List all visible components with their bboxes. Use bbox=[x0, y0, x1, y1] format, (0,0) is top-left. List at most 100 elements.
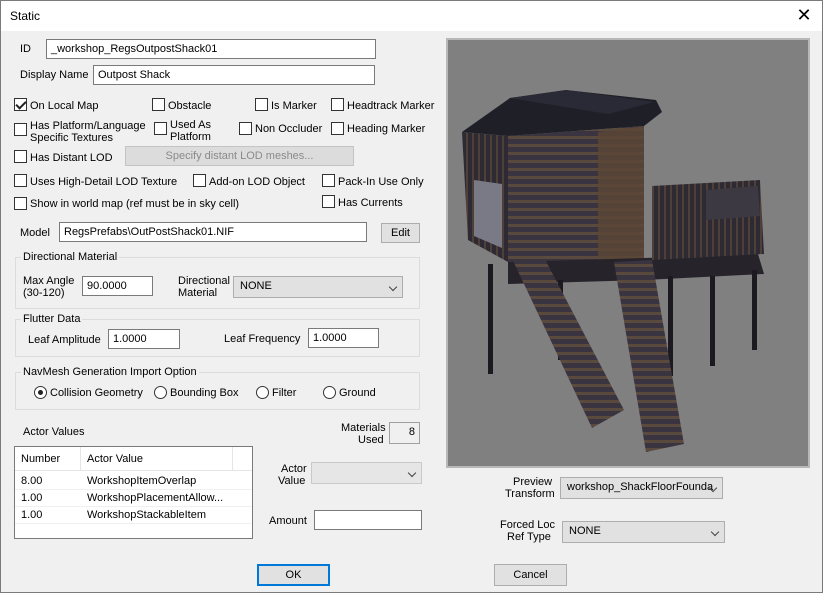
used-as-platform-checkbox[interactable] bbox=[154, 122, 167, 135]
on-local-map-label: On Local Map bbox=[30, 100, 99, 112]
high-detail-lod-checkbox[interactable] bbox=[14, 174, 27, 187]
has-currents-checkbox[interactable] bbox=[322, 195, 335, 208]
preview-transform-value: workshop_ShackFloorFounda bbox=[567, 481, 714, 493]
actor-value-label-2: Value bbox=[278, 475, 306, 487]
row-actor-value: WorkshopStackableItem bbox=[87, 509, 207, 521]
display-name-field[interactable]: Outpost Shack bbox=[93, 65, 375, 85]
is-marker-label: Is Marker bbox=[271, 100, 317, 112]
id-field[interactable]: _workshop_RegsOutpostShack01 bbox=[46, 39, 376, 59]
materials-label-2: Used bbox=[358, 434, 384, 446]
used-as-platform-label-1: Used As bbox=[170, 119, 211, 131]
addon-lod-checkbox[interactable] bbox=[193, 174, 206, 187]
max-angle-field[interactable]: 90.0000 bbox=[82, 276, 153, 296]
cancel-button[interactable]: Cancel bbox=[494, 564, 567, 586]
preview-transform-label-2: Transform bbox=[505, 488, 555, 500]
leaf-amplitude-field[interactable]: 1.0000 bbox=[108, 329, 180, 349]
on-local-map-checkbox[interactable] bbox=[14, 98, 27, 111]
column-number[interactable]: Number bbox=[15, 447, 81, 471]
collision-geometry-label: Collision Geometry bbox=[50, 387, 143, 399]
directional-label-1: Directional bbox=[178, 275, 230, 287]
actor-values-list[interactable]: Number Actor Value 8.00 WorkshopItemOver… bbox=[14, 446, 253, 539]
non-occluder-checkbox[interactable] bbox=[239, 122, 252, 135]
id-label: ID bbox=[20, 43, 31, 55]
row-number: 8.00 bbox=[21, 475, 43, 487]
row-actor-value: WorkshopItemOverlap bbox=[87, 475, 197, 487]
window-title: Static bbox=[10, 9, 41, 23]
materials-used-value: 8 bbox=[389, 422, 420, 444]
platform-textures-checkbox[interactable] bbox=[14, 123, 27, 136]
table-row[interactable]: 8.00 WorkshopItemOverlap bbox=[15, 473, 252, 490]
flutter-data-title: Flutter Data bbox=[21, 313, 83, 325]
forced-loc-dropdown[interactable]: NONE bbox=[562, 521, 725, 543]
is-marker-checkbox[interactable] bbox=[255, 98, 268, 111]
actor-values-label: Actor Values bbox=[23, 426, 85, 438]
specify-lod-button[interactable]: Specify distant LOD meshes... bbox=[125, 146, 354, 166]
actor-value-label-1: Actor bbox=[281, 463, 307, 475]
ground-label: Ground bbox=[339, 387, 376, 399]
obstacle-checkbox[interactable] bbox=[152, 98, 165, 111]
non-occluder-label: Non Occluder bbox=[255, 123, 323, 135]
ground-radio[interactable] bbox=[323, 386, 336, 399]
list-header: Number Actor Value bbox=[15, 447, 252, 471]
distant-lod-checkbox[interactable] bbox=[14, 150, 27, 163]
forced-loc-label-1: Forced Loc bbox=[500, 519, 556, 531]
table-row[interactable]: 1.00 WorkshopStackableItem bbox=[15, 507, 252, 524]
amount-field[interactable] bbox=[314, 510, 422, 530]
chevron-down-icon bbox=[388, 282, 398, 292]
leaf-frequency-field[interactable]: 1.0000 bbox=[308, 328, 379, 348]
directional-material-value: NONE bbox=[240, 280, 272, 292]
table-row[interactable]: 1.00 WorkshopPlacementAllow... bbox=[15, 490, 252, 507]
headtrack-marker-checkbox[interactable] bbox=[331, 98, 344, 111]
directional-label-2: Material bbox=[178, 287, 218, 299]
world-map-label: Show in world map (ref must be in sky ce… bbox=[30, 198, 240, 210]
directional-material-title: Directional Material bbox=[21, 251, 120, 263]
chevron-down-icon bbox=[407, 468, 417, 478]
directional-material-dropdown[interactable]: NONE bbox=[233, 276, 403, 298]
distant-lod-label: Has Distant LOD bbox=[30, 152, 113, 164]
close-icon[interactable]: ✕ bbox=[794, 5, 814, 25]
forced-loc-label-2: Ref Type bbox=[507, 531, 551, 543]
max-angle-label-2: (30-120) bbox=[23, 287, 65, 299]
heading-marker-checkbox[interactable] bbox=[331, 122, 344, 135]
model-label: Model bbox=[20, 227, 50, 239]
chevron-down-icon bbox=[710, 527, 720, 537]
leaf-frequency-label: Leaf Frequency bbox=[224, 333, 301, 345]
display-name-label: Display Name bbox=[20, 69, 89, 81]
row-number: 1.00 bbox=[21, 509, 43, 521]
platform-textures-label-2: Specific Textures bbox=[30, 132, 113, 144]
max-angle-label-1: Max Angle bbox=[23, 275, 75, 287]
preview-transform-label-1: Preview bbox=[513, 476, 553, 488]
preview-transform-dropdown[interactable]: workshop_ShackFloorFounda bbox=[560, 477, 723, 499]
column-actor-value[interactable]: Actor Value bbox=[81, 447, 233, 471]
title-bar[interactable]: Static ✕ bbox=[1, 1, 822, 31]
row-number: 1.00 bbox=[21, 492, 43, 504]
world-map-checkbox[interactable] bbox=[14, 197, 27, 210]
filter-radio[interactable] bbox=[256, 386, 269, 399]
forced-loc-value: NONE bbox=[569, 525, 601, 537]
platform-textures-label-1: Has Platform/Language bbox=[30, 120, 146, 132]
row-actor-value: WorkshopPlacementAllow... bbox=[87, 492, 224, 504]
obstacle-label: Obstacle bbox=[168, 100, 212, 112]
model-preview-image bbox=[462, 90, 764, 452]
filter-label: Filter bbox=[272, 387, 297, 399]
headtrack-marker-label: Headtrack Marker bbox=[347, 100, 435, 112]
used-as-platform-label-2: Platform bbox=[170, 131, 211, 143]
has-currents-label: Has Currents bbox=[338, 197, 403, 209]
model-field[interactable]: RegsPrefabs\OutPostShack01.NIF bbox=[59, 222, 367, 242]
high-detail-lod-label: Uses High-Detail LOD Texture bbox=[30, 176, 178, 188]
leaf-amplitude-label: Leaf Amplitude bbox=[28, 334, 101, 346]
bounding-box-radio[interactable] bbox=[154, 386, 167, 399]
pack-in-label: Pack-In Use Only bbox=[338, 176, 424, 188]
materials-label-1: Materials bbox=[341, 422, 386, 434]
actor-value-dropdown[interactable] bbox=[311, 462, 422, 484]
amount-label: Amount bbox=[269, 515, 307, 527]
preview-viewport[interactable] bbox=[446, 38, 810, 468]
edit-model-button[interactable]: Edit bbox=[381, 223, 420, 243]
pack-in-checkbox[interactable] bbox=[322, 174, 335, 187]
ok-button[interactable]: OK bbox=[257, 564, 330, 586]
heading-marker-label: Heading Marker bbox=[347, 123, 426, 135]
collision-geometry-radio[interactable] bbox=[34, 386, 47, 399]
static-dialog: Static ✕ ID _workshop_RegsOutpostShack01… bbox=[0, 0, 823, 593]
addon-lod-label: Add-on LOD Object bbox=[209, 176, 305, 188]
navmesh-title: NavMesh Generation Import Option bbox=[21, 366, 199, 378]
